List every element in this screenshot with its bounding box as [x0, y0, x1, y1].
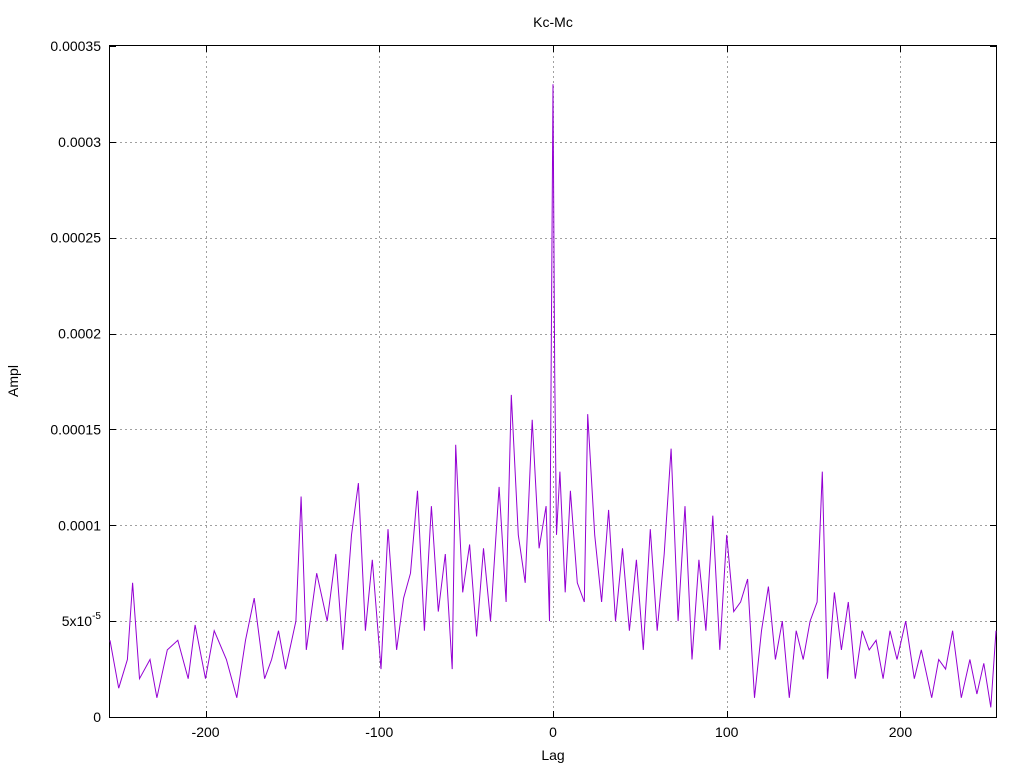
y-tick-label: 0	[93, 709, 101, 725]
x-tick-label: 100	[715, 724, 739, 740]
y-axis-label: Ampl	[5, 365, 21, 397]
y-tick-label: 0.00035	[50, 38, 101, 54]
y-tick-label: 0.0003	[58, 134, 101, 150]
y-tick-label: 0.00025	[50, 230, 101, 246]
y-tick-exponent: -5	[92, 611, 101, 622]
chart-title: Kc-Mc	[533, 14, 573, 30]
x-tick-label: 0	[549, 724, 557, 740]
y-tick-label: 5x10-5	[62, 611, 102, 629]
x-axis-label: Lag	[541, 747, 564, 763]
y-tick-label: 0.0002	[58, 326, 101, 342]
chart: -200 -100 0 100 200 0 5x10-5 0.0001 0.00015 0.00…	[5, 14, 997, 763]
y-tick-labels: 0 5x10-5 0.0001 0.00015 0.0002 0.00025 0.0003 0…	[50, 38, 101, 725]
y-tick-label: 0.0001	[58, 517, 101, 533]
x-tick-labels: -200 -100 0 100 200	[192, 724, 913, 740]
x-tick-label: -100	[365, 724, 393, 740]
x-tick-label: -200	[192, 724, 220, 740]
x-tick-label: 200	[889, 724, 913, 740]
y-tick-label: 0.00015	[50, 421, 101, 437]
